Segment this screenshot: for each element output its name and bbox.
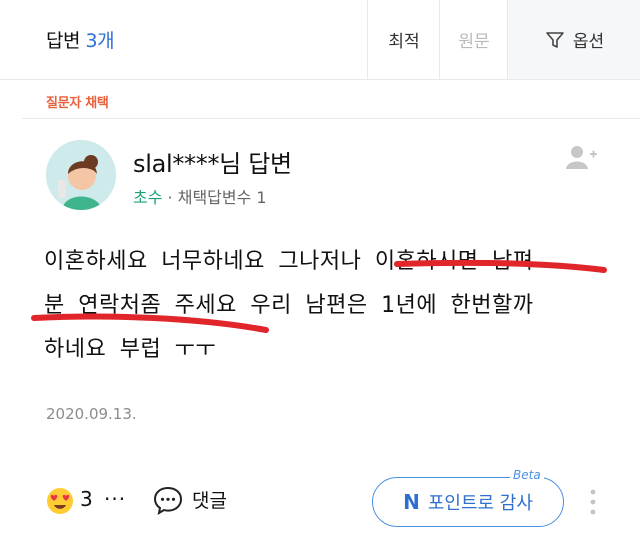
reaction-count: 3 [80,487,93,511]
avatar[interactable] [46,140,116,210]
answer-line-3: 하네요 부럽 ㅜㅜ [44,337,217,362]
answers-label: 답변 [46,30,80,52]
add-friend-icon[interactable] [566,144,598,170]
answer-date: 2020.09.13. [46,405,137,423]
heart-eyes-emoji-icon[interactable] [46,487,74,515]
options-button[interactable]: 옵션 [507,0,640,79]
avatar-illustration [46,140,116,210]
section-divider [22,118,640,119]
sort-best-tab[interactable]: 최적 [367,0,440,79]
beta-tag: Beta [510,468,544,482]
author-name[interactable]: slal****님 답변 [133,144,292,179]
comment-label[interactable]: 댓글 [192,486,227,513]
answer-line-2: 분 연락처좀 주세요 우리 남편은 1년에 한번할까 [44,293,534,318]
options-label: 옵션 [572,32,605,52]
author-meta: 초수 · 채택답변수 1 [133,184,267,208]
more-options-icon[interactable] [589,487,597,517]
answers-count: 3개 [85,30,115,52]
sort-best-label: 최적 [388,32,420,52]
thank-with-points-button[interactable]: N 포인트로 감사 [372,477,564,527]
sort-original-label: 원문 [458,32,490,52]
more-reactions-button[interactable]: ··· [104,487,126,511]
author-rank: 초수 [133,188,163,207]
adopted-count: · 채택답변수 1 [167,188,267,207]
sort-original-tab[interactable]: 원문 [439,0,508,79]
questioner-choice-badge: 질문자 채택 [46,96,109,111]
answer-body: 이혼하세요 너무하네요 그나저나 이혼하시면 남펴 분 연락처좀 주세요 우리 … [44,240,614,372]
answer-header-bar: 답변 3개 최적 원문 옵션 [0,0,640,80]
thank-with-points-label: 포인트로 감사 [427,493,533,514]
naver-point-icon: N [403,490,420,514]
comment-icon[interactable] [152,485,184,515]
answer-line-1: 이혼하세요 너무하네요 그나저나 이혼하시면 남펴 [44,249,534,274]
answer-count-label: 답변 3개 [46,26,115,53]
filter-icon [546,31,564,48]
